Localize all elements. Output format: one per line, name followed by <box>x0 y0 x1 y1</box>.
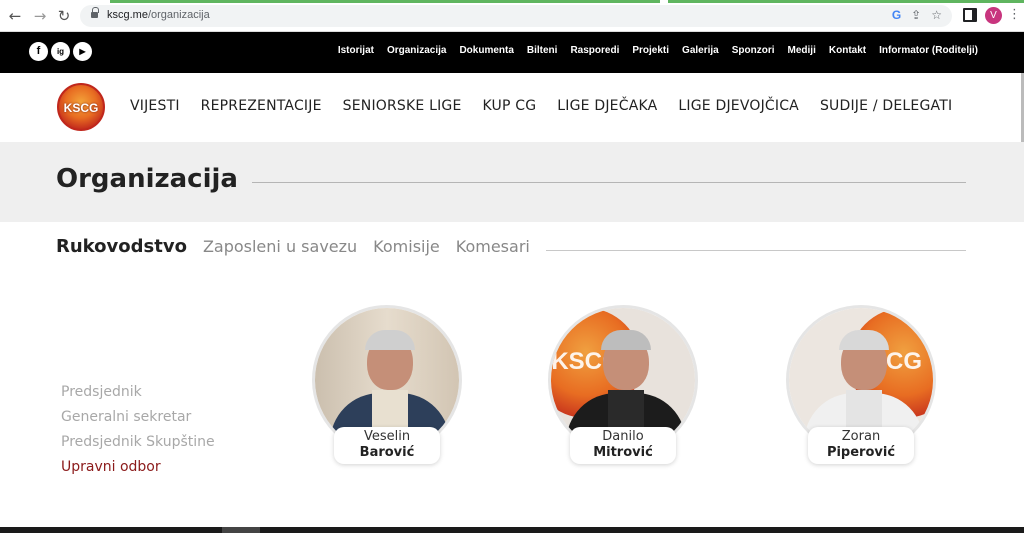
menu-seniorske-lige[interactable]: SENIORSKE LIGE <box>343 98 462 114</box>
lock-icon[interactable] <box>91 7 99 20</box>
person-name-card: Veselin Barović <box>334 427 440 464</box>
submenu-predsjednik-skupstine[interactable]: Predsjednik Skupštine <box>61 434 215 459</box>
browser-toolbar: ← → ↻ kscg.me/organizacija G ⇪ ☆ V ⋮ <box>0 0 1024 32</box>
tabs-divider <box>546 250 966 251</box>
share-icon[interactable]: ⇪ <box>911 8 921 22</box>
person-last-name: Mitrović <box>593 445 653 460</box>
menu-lige-djevojcica[interactable]: LIGE DJEVOJČICA <box>678 98 799 114</box>
instagram-icon[interactable]: ig <box>51 42 70 61</box>
horizontal-scrollbar[interactable] <box>0 527 1024 533</box>
person-card[interactable]: Veselin Barović <box>312 305 462 465</box>
section-tabs: Rukovodstvo Zaposleni u savezu Komisije … <box>56 236 530 257</box>
person-name-card: Danilo Mitrović <box>570 427 676 464</box>
facebook-icon[interactable]: f <box>29 42 48 61</box>
site-top-strip: f ig ▶ Istorijat Organizacija Dokumenta … <box>0 32 1024 73</box>
tab-komisije[interactable]: Komisije <box>373 237 440 256</box>
role-submenu: Predsjednik Generalni sekretar Predsjedn… <box>61 384 215 484</box>
menu-vijesti[interactable]: VIJESTI <box>130 98 180 114</box>
person-card[interactable]: CG Zoran Piperović <box>786 305 936 465</box>
tab-rukovodstvo[interactable]: Rukovodstvo <box>56 236 187 257</box>
top-link-dokumenta[interactable]: Dokumenta <box>459 45 513 56</box>
person-first-name: Zoran <box>841 429 881 444</box>
top-link-bilteni[interactable]: Bilteni <box>527 45 558 56</box>
submenu-predsjednik[interactable]: Predsjednik <box>61 384 215 409</box>
person-first-name: Veselin <box>363 429 411 444</box>
person-last-name: Barović <box>359 445 415 460</box>
top-link-informator[interactable]: Informator (Roditelji) <box>879 45 978 56</box>
top-link-kontakt[interactable]: Kontakt <box>829 45 866 56</box>
back-icon[interactable]: ← <box>6 7 24 25</box>
top-link-rasporedi[interactable]: Rasporedi <box>570 45 619 56</box>
top-link-mediji[interactable]: Mediji <box>788 45 816 56</box>
reload-icon[interactable]: ↻ <box>55 7 73 25</box>
profile-avatar[interactable]: V <box>985 7 1002 24</box>
tab-komesari[interactable]: Komesari <box>456 237 530 256</box>
top-link-projekti[interactable]: Projekti <box>632 45 669 56</box>
menu-sudije-delegati[interactable]: SUDIJE / DELEGATI <box>820 98 952 114</box>
tab-zaposleni[interactable]: Zaposleni u savezu <box>203 237 357 256</box>
person-name-card: Zoran Piperović <box>808 427 914 464</box>
menu-kup-cg[interactable]: KUP CG <box>483 98 537 114</box>
main-nav: KSCG VIJESTI REPREZENTACIJE SENIORSKE LI… <box>0 73 1024 142</box>
address-bar[interactable]: kscg.me/organizacija G ⇪ ☆ <box>80 5 952 27</box>
side-panel-icon[interactable] <box>963 8 977 22</box>
youtube-icon[interactable]: ▶ <box>73 42 92 61</box>
tab-strip-edge <box>0 0 1024 3</box>
star-icon[interactable]: ☆ <box>931 8 942 22</box>
page-title: Organizacija <box>56 164 238 194</box>
scrollbar-thumb[interactable] <box>222 527 260 533</box>
kscg-logo[interactable]: KSCG <box>57 83 105 131</box>
title-divider <box>252 182 966 183</box>
top-link-sponzori[interactable]: Sponzori <box>732 45 775 56</box>
title-band: Organizacija <box>0 142 1024 222</box>
menu-icon[interactable]: ⋮ <box>1008 7 1021 22</box>
submenu-generalni-sekretar[interactable]: Generalni sekretar <box>61 409 215 434</box>
forward-icon[interactable]: → <box>31 7 49 25</box>
menu-lige-djecaka[interactable]: LIGE DJEČAKA <box>557 98 657 114</box>
person-last-name: Piperović <box>826 445 896 460</box>
person-card[interactable]: KSCG Danilo Mitrović <box>548 305 698 465</box>
top-link-organizacija[interactable]: Organizacija <box>387 45 446 56</box>
top-links: Istorijat Organizacija Dokumenta Bilteni… <box>338 45 978 56</box>
google-icon[interactable]: G <box>892 8 901 22</box>
menu-reprezentacije[interactable]: REPREZENTACIJE <box>201 98 322 114</box>
submenu-upravni-odbor[interactable]: Upravni odbor <box>61 459 215 484</box>
top-link-istorijat[interactable]: Istorijat <box>338 45 374 56</box>
top-link-galerija[interactable]: Galerija <box>682 45 719 56</box>
url-text[interactable]: kscg.me/organizacija <box>107 9 210 21</box>
person-first-name: Danilo <box>602 429 644 444</box>
